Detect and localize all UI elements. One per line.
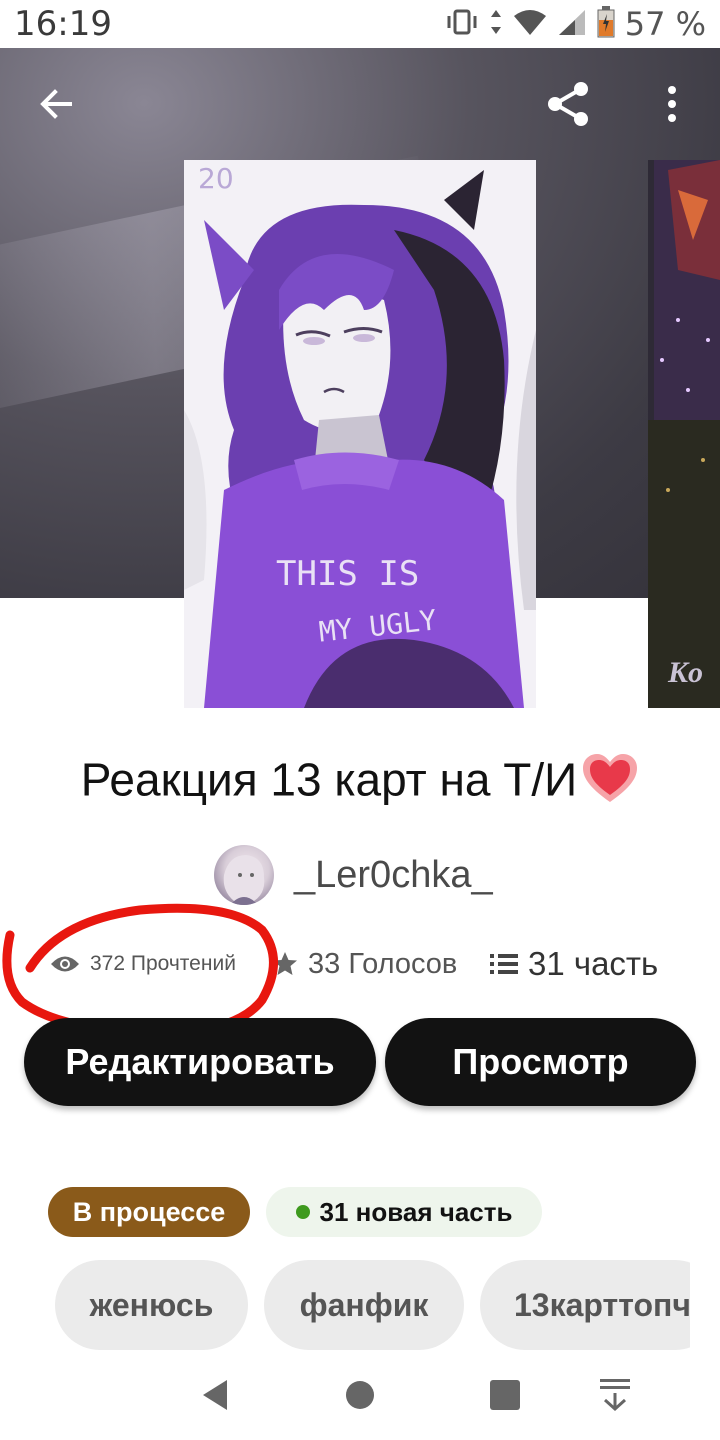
data-arrows-icon [489,8,503,41]
new-parts-badge: 31 новая часть [266,1187,542,1237]
arrow-left-icon [40,89,72,119]
nav-extra-button[interactable] [590,1370,640,1420]
star-icon [273,952,297,975]
cover-artwork: THIS IS MY UGLY 20 [184,160,536,708]
status-time: 16:19 [14,4,112,44]
new-parts-text: 31 новая часть [319,1196,513,1227]
status-bar: 16:19 57 % [0,0,720,48]
circle-home-icon [346,1381,374,1409]
triangle-back-icon [203,1380,227,1410]
tag-chip[interactable]: фанфик [264,1260,464,1350]
story-cover[interactable]: THIS IS MY UGLY 20 [184,160,536,708]
tag-list: женюсь фанфик 13карттопч [0,1260,690,1350]
cover-corner-text: 20 [198,162,234,195]
next-cover-artwork [648,160,720,708]
votes-stat: 33 Голосов [272,934,457,994]
avatar[interactable] [214,845,274,905]
green-dot-icon [295,1205,310,1219]
more-button[interactable] [644,76,700,132]
share-icon [548,82,588,126]
status-badge: В процессе [48,1187,250,1237]
share-button[interactable] [540,76,596,132]
tag-chip[interactable]: 13карттопч [480,1260,690,1350]
eye-icon [51,956,79,972]
parts-count: 31 часть [528,945,659,982]
story-title-text: Реакция 13 карт на Т/И [80,753,578,806]
story-stats: 372 Прочтений 33 Голосов 31 часть [0,934,720,994]
reads-count: 372 Прочтений [90,952,236,975]
signal-icon [557,8,587,41]
author-name[interactable]: _Ler0chka_ [294,854,493,897]
nav-recents-button[interactable] [480,1370,530,1420]
next-cover-text: Ko [668,656,704,689]
back-button[interactable] [28,76,84,132]
nav-home-button[interactable] [335,1370,385,1420]
square-recents-icon [490,1380,520,1410]
next-story-cover[interactable]: Ko [648,160,720,708]
parts-stat[interactable]: 31 часть [490,934,658,994]
download-arrow-icon [600,1379,630,1412]
list-icon [490,954,518,974]
wifi-icon [513,8,547,41]
heart-icon [581,752,639,815]
view-button[interactable]: Просмотр [385,1018,696,1106]
votes-count: 33 Голосов [308,947,458,980]
nav-back-button[interactable] [190,1370,240,1420]
tag-chip[interactable]: женюсь [55,1260,248,1350]
more-vertical-icon [668,86,676,122]
system-nav-bar [0,1350,720,1440]
edit-button[interactable]: Редактировать [24,1018,376,1106]
author-row[interactable]: _Ler0chka_ [214,844,493,906]
status-icons: 57 % [445,5,706,43]
story-title: Реакция 13 карт на Т/И [0,752,720,815]
battery-icon [597,5,615,43]
cover-text-line-1: THIS IS [276,554,419,594]
battery-percent: 57 % [624,5,706,43]
reads-stat: 372 Прочтений [50,934,236,994]
vibrate-icon [445,8,479,41]
